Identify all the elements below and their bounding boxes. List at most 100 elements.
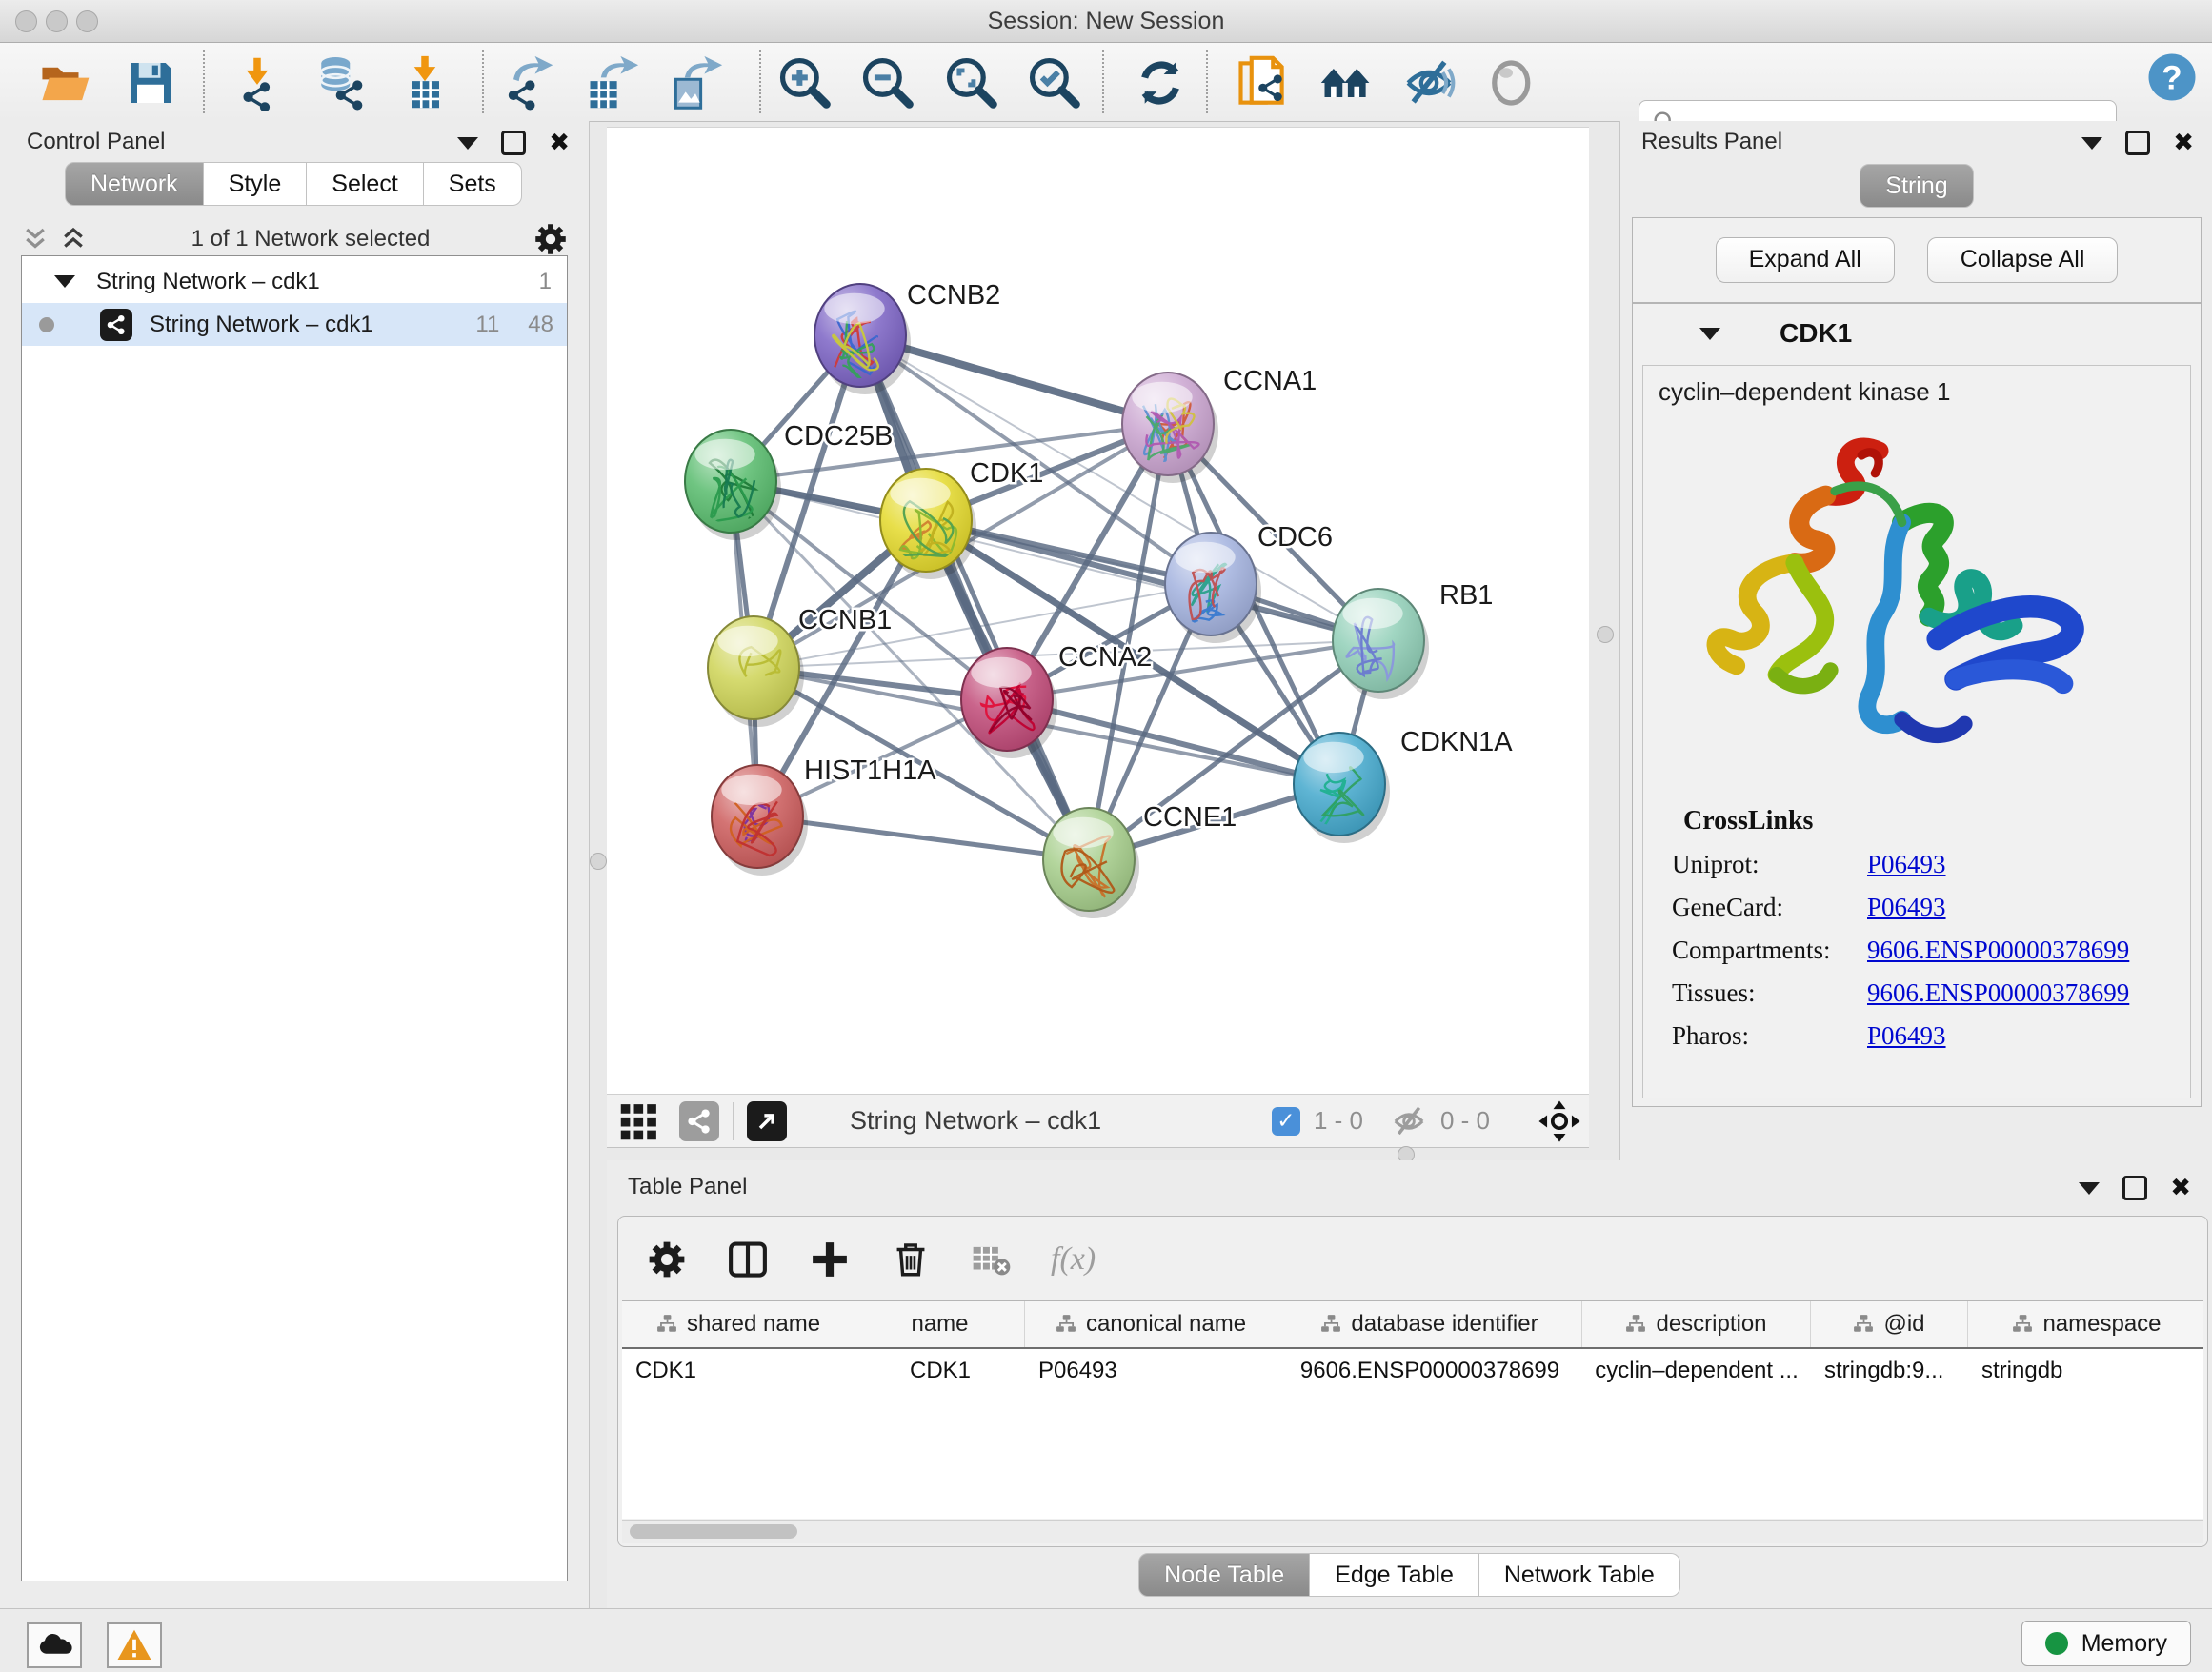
crosslink-link[interactable]: 9606.ENSP00000378699 xyxy=(1867,936,2129,965)
node-label-HIST1H1A: HIST1H1A xyxy=(804,755,936,786)
collapse-all-button[interactable]: Collapse All xyxy=(1927,237,2119,283)
document-share-icon[interactable] xyxy=(1232,52,1293,113)
home-icon[interactable] xyxy=(1316,52,1377,113)
tab-string[interactable]: String xyxy=(1860,164,1973,208)
tab-select[interactable]: Select xyxy=(307,162,423,206)
panel-menu-icon[interactable] xyxy=(2079,1182,2100,1195)
export-network-icon[interactable] xyxy=(497,52,558,113)
zoom-out-icon[interactable] xyxy=(857,52,918,113)
right-splitter-handle[interactable] xyxy=(1597,626,1614,643)
cloud-button[interactable] xyxy=(27,1622,82,1668)
gene-description: cyclin–dependent kinase 1 xyxy=(1659,377,2190,407)
panel-close-icon[interactable]: ✖ xyxy=(2173,133,2194,152)
panel-menu-icon[interactable] xyxy=(2081,137,2102,150)
refresh-layout-icon[interactable] xyxy=(1130,52,1191,113)
import-network-icon[interactable] xyxy=(227,52,288,113)
zoom-selected-icon[interactable] xyxy=(1024,52,1085,113)
network-view-canvas[interactable]: CCNB2CCNA1CDC25BCDK1CDC6RB1CCNB1CCNA2CDK… xyxy=(607,127,1589,1095)
node-RB1[interactable] xyxy=(1333,589,1429,699)
cell-shared-name[interactable]: CDK1 xyxy=(622,1349,855,1393)
left-splitter-handle[interactable] xyxy=(590,853,607,870)
column-header-name[interactable]: name xyxy=(855,1301,1025,1347)
zoom-in-icon[interactable] xyxy=(774,52,835,113)
tree-expand-icon[interactable] xyxy=(54,275,75,288)
table-row[interactable]: CDK1CDK1P064939606.ENSP00000378699cyclin… xyxy=(622,1349,2203,1393)
collection-name: String Network – cdk1 xyxy=(96,269,320,295)
tab-network-table[interactable]: Network Table xyxy=(1479,1553,1680,1597)
selected-nodes-checkbox-icon[interactable]: ✓ xyxy=(1272,1107,1300,1136)
cell-namespace[interactable]: stringdb xyxy=(1968,1349,2203,1393)
create-column-icon[interactable] xyxy=(809,1239,851,1280)
network-row[interactable]: String Network – cdk1 11 48 xyxy=(22,303,567,346)
delete-table-icon-disabled xyxy=(971,1239,1011,1279)
table-options-gear-icon[interactable] xyxy=(647,1239,687,1279)
string-network-graph[interactable]: CCNB2CCNA1CDC25BCDK1CDC6RB1CCNB1CCNA2CDK… xyxy=(607,128,1589,1095)
open-folder-icon[interactable] xyxy=(34,52,95,113)
tab-sets[interactable]: Sets xyxy=(424,162,522,206)
export-table-icon[interactable] xyxy=(581,52,642,113)
table-type-tabs: Node TableEdge TableNetwork Table xyxy=(607,1553,2212,1608)
node-CCNE1[interactable] xyxy=(1043,808,1139,918)
expand-all-button[interactable]: Expand All xyxy=(1716,237,1895,283)
node-CDKN1A[interactable] xyxy=(1294,733,1390,843)
import-database-icon[interactable] xyxy=(309,52,370,113)
import-table-icon[interactable] xyxy=(394,52,455,113)
scrollbar-thumb[interactable] xyxy=(630,1524,797,1539)
column-header-description[interactable]: description xyxy=(1582,1301,1811,1347)
open-in-window-icon[interactable] xyxy=(747,1101,787,1141)
fit-content-crosshair-icon[interactable] xyxy=(1538,1099,1581,1143)
expand-all-icon[interactable] xyxy=(59,225,88,253)
cell-name[interactable]: CDK1 xyxy=(855,1349,1025,1393)
column-header-shared-name[interactable]: shared name xyxy=(622,1301,855,1347)
warning-button[interactable] xyxy=(107,1622,162,1668)
panel-float-icon[interactable] xyxy=(2125,131,2150,155)
column-header-database-identifier[interactable]: database identifier xyxy=(1277,1301,1582,1347)
node-CCNB2[interactable] xyxy=(814,284,911,394)
column-header-canonical-name[interactable]: canonical name xyxy=(1025,1301,1277,1347)
cell-database-identifier[interactable]: 9606.ENSP00000378699 xyxy=(1277,1349,1582,1393)
crosslink-link[interactable]: P06493 xyxy=(1867,893,1946,922)
memory-button[interactable]: Memory xyxy=(2021,1621,2191,1666)
cell--id[interactable]: stringdb:9... xyxy=(1811,1349,1968,1393)
node-count: 11 xyxy=(475,312,499,338)
birds-eye-grid-icon[interactable] xyxy=(618,1100,660,1142)
node-CDK1[interactable] xyxy=(880,469,976,579)
tab-edge-table[interactable]: Edge Table xyxy=(1310,1553,1479,1597)
crosslink-link[interactable]: P06493 xyxy=(1867,850,1946,879)
node-CDC6[interactable] xyxy=(1165,533,1261,643)
collapse-all-icon[interactable] xyxy=(21,225,50,253)
node-CDC25B[interactable] xyxy=(685,430,781,540)
cell-canonical-name[interactable]: P06493 xyxy=(1025,1349,1277,1393)
panel-float-icon[interactable] xyxy=(2122,1176,2147,1200)
panel-float-icon[interactable] xyxy=(501,131,526,155)
window-title: Session: New Session xyxy=(0,0,2212,42)
hide-panel-icon[interactable] xyxy=(1398,52,1459,113)
column-header-namespace[interactable]: namespace xyxy=(1968,1301,2203,1347)
panel-close-icon[interactable]: ✖ xyxy=(549,133,570,152)
tab-node-table[interactable]: Node Table xyxy=(1138,1553,1310,1597)
crosslink-link[interactable]: 9606.ENSP00000378699 xyxy=(1867,978,2129,1008)
panel-menu-icon[interactable] xyxy=(457,137,478,150)
tab-style[interactable]: Style xyxy=(204,162,308,206)
network-collection-row[interactable]: String Network – cdk1 1 xyxy=(22,260,567,303)
save-icon[interactable] xyxy=(120,52,181,113)
toolbar-separator xyxy=(203,50,205,113)
tab-network[interactable]: Network xyxy=(65,162,204,206)
node-HIST1H1A[interactable] xyxy=(712,765,808,876)
column-header--id[interactable]: @id xyxy=(1811,1301,1968,1347)
help-icon[interactable]: ? xyxy=(2142,47,2202,108)
node-table[interactable]: shared namenamecanonical namedatabase id… xyxy=(622,1300,2203,1519)
zoom-fit-icon[interactable] xyxy=(941,52,1002,113)
section-collapse-icon[interactable] xyxy=(1699,328,1720,340)
crosslink-link[interactable]: P06493 xyxy=(1867,1021,1946,1051)
export-image-icon[interactable] xyxy=(665,52,726,113)
table-horizontal-scrollbar[interactable] xyxy=(622,1520,2203,1543)
string-badge-icon[interactable] xyxy=(679,1101,719,1141)
delete-column-icon[interactable] xyxy=(891,1239,931,1279)
panel-close-icon[interactable]: ✖ xyxy=(2170,1178,2191,1198)
show-panel-icon[interactable] xyxy=(1482,52,1543,113)
cell-description[interactable]: cyclin–dependent ... xyxy=(1582,1349,1811,1393)
node-CCNA1[interactable] xyxy=(1122,373,1218,483)
show-columns-icon[interactable] xyxy=(727,1239,769,1280)
network-options-gear-icon[interactable] xyxy=(533,222,568,256)
